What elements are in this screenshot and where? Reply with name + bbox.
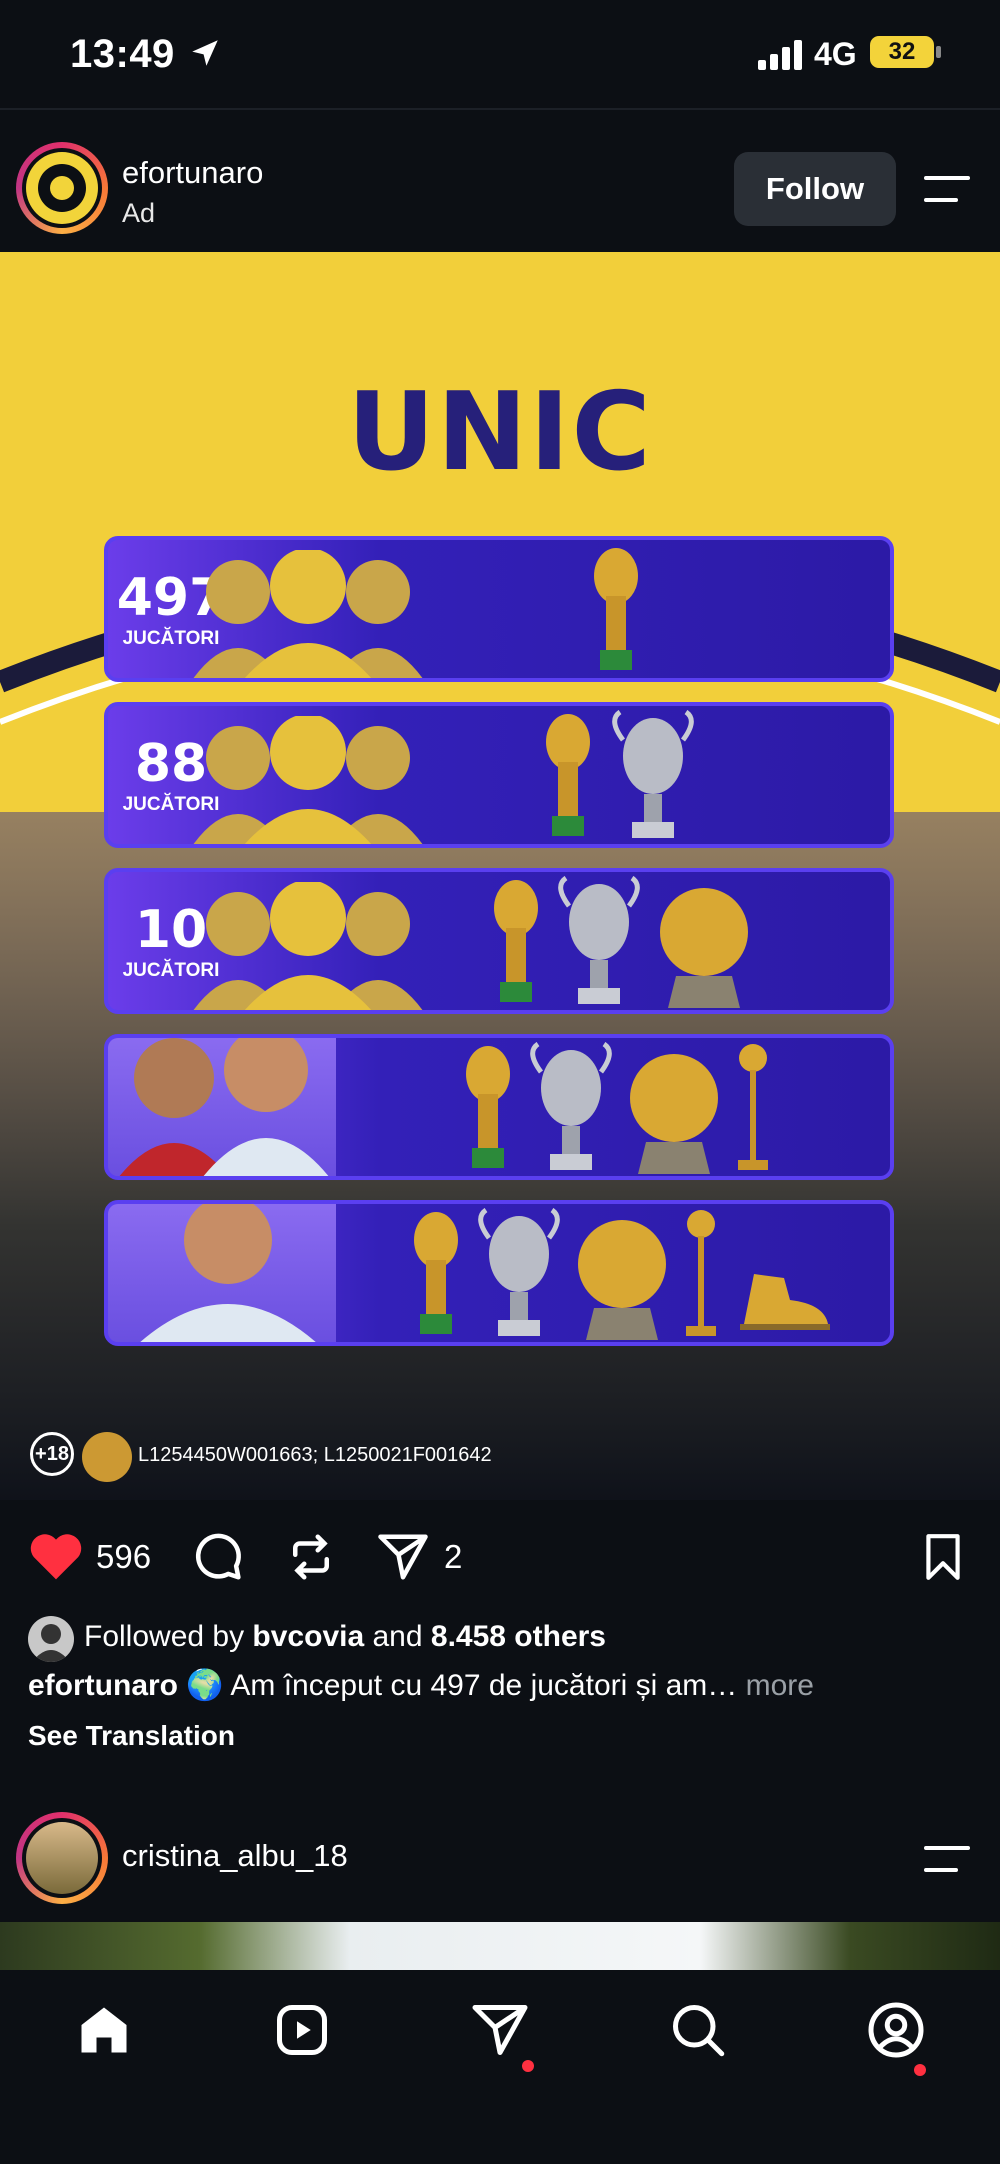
image-title: UNIC xyxy=(347,370,653,495)
share-icon[interactable] xyxy=(376,1530,430,1584)
messages-notification-dot xyxy=(522,2060,534,2072)
caption[interactable]: efortunaro 🌍 Am început cu 497 de jucăto… xyxy=(28,1668,814,1703)
post-image[interactable]: UNIC 497 JUCĂTORI 88 JUCĂTORI 10 JUCĂTOR… xyxy=(0,252,1000,1500)
player-silhouettes xyxy=(193,550,423,678)
license-text: L1254450W001663; L1250021F001642 xyxy=(138,1444,492,1466)
battery-tip xyxy=(936,46,941,58)
world-cup-trophy-icon xyxy=(494,880,538,1002)
champions-league-trophy-icon xyxy=(558,876,640,1004)
next-post-username[interactable]: cristina_albu_18 xyxy=(122,1838,348,1874)
followed-by-and: and xyxy=(364,1620,431,1653)
onjn-logo-icon xyxy=(82,1432,132,1482)
player-silhouettes xyxy=(193,716,423,844)
search-icon[interactable] xyxy=(668,2000,728,2060)
avatar-logo-dot xyxy=(50,176,74,200)
player-photo xyxy=(140,1204,316,1342)
see-translation-link[interactable]: See Translation xyxy=(28,1720,235,1752)
comment-icon[interactable] xyxy=(190,1530,244,1584)
champions-league-trophy-icon xyxy=(530,1042,612,1170)
home-icon[interactable] xyxy=(74,2000,134,2060)
share-count: 2 xyxy=(444,1538,463,1575)
achievement-row-1: 497 JUCĂTORI xyxy=(104,536,894,682)
reels-icon[interactable] xyxy=(272,2000,332,2060)
next-post-image[interactable] xyxy=(0,1922,1000,1970)
more-options-icon[interactable] xyxy=(922,172,972,206)
globe-emoji-icon: 🌍 xyxy=(186,1669,224,1702)
world-cup-trophy-icon xyxy=(466,1046,510,1168)
followed-by-prefix: Followed by xyxy=(84,1620,253,1653)
follower-avatar[interactable] xyxy=(28,1616,74,1662)
next-more-options-icon[interactable] xyxy=(922,1842,972,1876)
like-heart-icon[interactable] xyxy=(28,1530,84,1582)
repost-icon[interactable] xyxy=(284,1530,338,1584)
age-badge: +18 xyxy=(30,1432,74,1476)
next-avatar[interactable] xyxy=(26,1822,98,1894)
followed-by-text[interactable]: Followed by bvcovia and 8.458 others xyxy=(84,1620,606,1654)
status-time: 13:49 xyxy=(70,32,175,76)
fifa-best-trophy-icon xyxy=(738,1044,768,1170)
champions-league-trophy-icon xyxy=(478,1208,560,1336)
player-silhouettes xyxy=(193,882,423,1010)
world-cup-trophy-icon xyxy=(546,714,590,836)
like-count[interactable]: 596 xyxy=(96,1538,151,1576)
ballon-dor-icon xyxy=(630,1054,718,1174)
profile-icon[interactable] xyxy=(866,2000,926,2060)
ballon-dor-icon xyxy=(578,1220,666,1340)
post-username[interactable]: efortunaro xyxy=(122,155,263,191)
achievement-row-4 xyxy=(104,1034,894,1180)
sponsored-label: Ad xyxy=(122,198,156,228)
follow-button[interactable]: Follow xyxy=(734,152,896,226)
world-cup-trophy-icon xyxy=(414,1212,458,1334)
network-type: 4G xyxy=(814,36,857,72)
fifa-best-trophy-icon xyxy=(686,1210,716,1336)
golden-boot-icon xyxy=(740,1274,830,1330)
header-divider xyxy=(0,108,1000,110)
player-photos xyxy=(119,1038,329,1176)
champions-league-trophy-icon xyxy=(612,710,694,838)
messages-icon[interactable] xyxy=(470,2000,530,2060)
followed-by-user[interactable]: bvcovia xyxy=(252,1620,364,1653)
caption-more-link[interactable]: more xyxy=(737,1669,814,1702)
location-arrow-icon xyxy=(192,40,218,66)
world-cup-trophy-icon xyxy=(594,548,638,670)
bookmark-icon[interactable] xyxy=(918,1530,968,1584)
ballon-dor-icon xyxy=(660,888,748,1008)
follower-avatar-image xyxy=(32,1624,70,1662)
followed-by-others[interactable]: 8.458 others xyxy=(431,1620,606,1653)
caption-text: Am început cu 497 de jucători și am… xyxy=(223,1669,738,1702)
achievement-row-2: 88 JUCĂTORI xyxy=(104,702,894,848)
caption-username[interactable]: efortunaro xyxy=(28,1669,178,1702)
achievement-row-5 xyxy=(104,1200,894,1346)
battery-icon: 32 xyxy=(870,36,934,68)
profile-notification-dot xyxy=(914,2064,926,2076)
achievement-row-3: 10 JUCĂTORI xyxy=(104,868,894,1014)
signal-icon xyxy=(758,40,802,70)
